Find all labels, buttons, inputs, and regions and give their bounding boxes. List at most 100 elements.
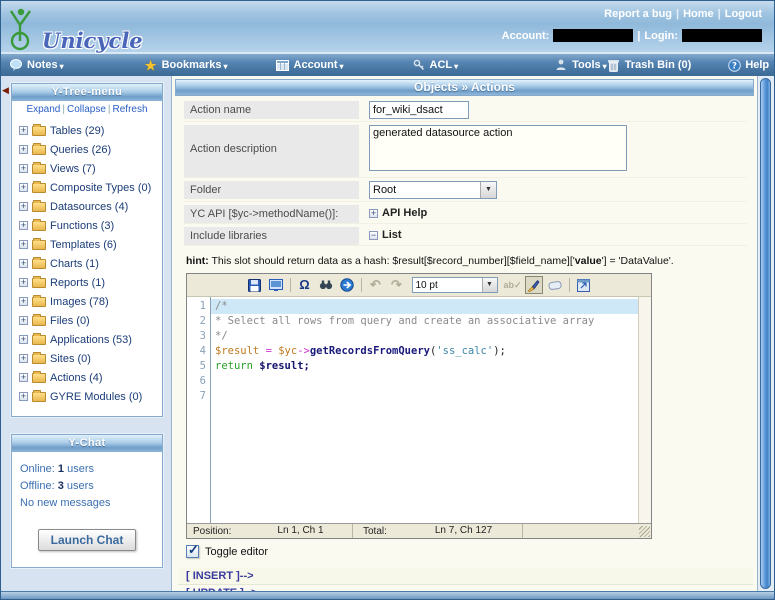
select-arrow-icon: ▼ <box>482 278 497 292</box>
expand-icon[interactable] <box>19 145 28 154</box>
tree-controls: Expand|Collapse|Refresh <box>12 101 162 117</box>
app-window: Unicycle Report a bug|Home|Logout Accoun… <box>0 0 775 600</box>
toggle-editor-checkbox[interactable] <box>186 545 199 558</box>
tree-item[interactable]: Reports (1) <box>19 273 162 292</box>
tree-item[interactable]: GYRE Modules (0) <box>19 387 162 406</box>
expand-icon[interactable] <box>19 126 28 135</box>
folder-icon <box>32 335 46 345</box>
expand-icon[interactable] <box>19 373 28 382</box>
tree-item[interactable]: Queries (26) <box>19 140 162 159</box>
unicycle-rider-icon <box>7 3 41 51</box>
folder-select[interactable]: Root ▼ <box>369 181 497 199</box>
main-scrollbar-thumb[interactable] <box>760 78 771 589</box>
expand-icon[interactable] <box>19 335 28 344</box>
login-label: Login: <box>644 30 678 42</box>
tree-item[interactable]: Sites (0) <box>19 349 162 368</box>
login-value-redacted <box>682 29 762 42</box>
menubar: Notes ★ Bookmarks Account ACL Tools <box>1 52 774 76</box>
tree-refresh-link[interactable]: Refresh <box>113 104 148 115</box>
sidebar-collapse-icon[interactable]: ◀ <box>2 85 9 96</box>
tree-item-label: Images (78) <box>50 296 109 308</box>
undo-icon[interactable]: ↶ <box>367 276 385 294</box>
find-icon[interactable] <box>317 276 335 294</box>
menu-bookmarks[interactable]: ★ Bookmarks <box>144 59 228 72</box>
expand-icon[interactable] <box>19 316 28 325</box>
menu-notes[interactable]: Notes <box>9 59 64 72</box>
expand-icon[interactable] <box>19 297 28 306</box>
editor-scrollbar[interactable] <box>638 297 651 523</box>
action-name-label: Action name <box>184 101 359 119</box>
highlight-brush-icon[interactable] <box>525 276 543 294</box>
tree-item[interactable]: Views (7) <box>19 159 162 178</box>
api-help-expand-icon[interactable] <box>369 209 378 218</box>
position-label: Position: <box>187 526 249 537</box>
goto-icon[interactable] <box>338 276 356 294</box>
save-icon[interactable] <box>246 276 264 294</box>
menu-tools[interactable]: Tools <box>554 59 607 72</box>
redo-icon[interactable]: ↷ <box>388 276 406 294</box>
link-separator: | <box>676 8 679 20</box>
toolbar-separator <box>569 278 570 292</box>
tree-item[interactable]: Applications (53) <box>19 330 162 349</box>
action-links: [ INSERT ]-->[ UPDATE ]-->[ DELETE ]--> <box>178 568 753 591</box>
menu-help[interactable]: ? Help <box>727 59 769 72</box>
tree-item[interactable]: Charts (1) <box>19 254 162 273</box>
expand-icon[interactable] <box>19 221 28 230</box>
folder-icon <box>32 145 46 155</box>
expand-icon[interactable] <box>19 183 28 192</box>
expand-icon[interactable] <box>19 164 28 173</box>
folder-icon <box>32 240 46 250</box>
action-name-input[interactable] <box>369 101 469 119</box>
popup-editor-icon[interactable] <box>575 276 593 294</box>
eraser-icon[interactable] <box>546 276 564 294</box>
action-description-textarea[interactable]: generated datasource action <box>369 125 627 171</box>
menu-account[interactable]: Account <box>276 59 344 72</box>
expand-icon[interactable] <box>19 202 28 211</box>
folder-icon <box>32 202 46 212</box>
report-bug-link[interactable]: Report a bug <box>604 8 672 20</box>
notes-icon <box>9 59 23 72</box>
tree-item[interactable]: Functions (3) <box>19 216 162 235</box>
tree-item[interactable]: Images (78) <box>19 292 162 311</box>
expand-icon[interactable] <box>19 259 28 268</box>
expand-icon[interactable] <box>19 278 28 287</box>
folder-icon <box>32 221 46 231</box>
fullscreen-icon[interactable] <box>267 276 285 294</box>
main-scrollbar-track[interactable] <box>757 76 774 591</box>
tree-item[interactable]: Files (0) <box>19 311 162 330</box>
tree-item[interactable]: Composite Types (0) <box>19 178 162 197</box>
logout-link[interactable]: Logout <box>725 8 762 20</box>
tree-item[interactable]: Datasources (4) <box>19 197 162 216</box>
launch-chat-button[interactable]: Launch Chat <box>38 529 137 551</box>
tree-item-label: Actions (4) <box>50 372 103 384</box>
tree-item[interactable]: Actions (4) <box>19 368 162 387</box>
expand-icon[interactable] <box>19 392 28 401</box>
spellcheck-icon[interactable]: ab✓ <box>504 276 522 294</box>
expand-icon[interactable] <box>19 354 28 363</box>
font-size-select[interactable]: 10 pt ▼ <box>412 277 498 293</box>
editor-toolbar: Ω ↶ ↷ 10 pt ▼ ab✓ <box>187 274 651 297</box>
link-separator: | <box>62 104 65 115</box>
acl-key-icon <box>412 59 426 72</box>
resize-handle-icon[interactable] <box>639 526 650 537</box>
folder-icon <box>32 278 46 288</box>
code-lines: /** Select all rows from query and creat… <box>211 297 638 523</box>
expand-icon[interactable] <box>19 240 28 249</box>
tree-item-label: Composite Types (0) <box>50 182 151 194</box>
code-area[interactable]: 1234567 /** Select all rows from query a… <box>187 297 651 523</box>
menu-acl[interactable]: ACL <box>412 59 459 72</box>
tree-item-label: Files (0) <box>50 315 90 327</box>
tree-item[interactable]: Templates (6) <box>19 235 162 254</box>
tree-panel-title: Y-Tree-menu <box>12 84 162 101</box>
tree-expand-link[interactable]: Expand <box>26 104 60 115</box>
action-link[interactable]: [ INSERT ]--> <box>178 568 753 585</box>
special-chars-icon[interactable]: Ω <box>296 276 314 294</box>
tree-collapse-link[interactable]: Collapse <box>67 104 106 115</box>
tree-item[interactable]: Tables (29) <box>19 121 162 140</box>
libraries-list-link[interactable]: List <box>382 229 402 241</box>
api-help-link[interactable]: API Help <box>382 207 427 219</box>
menu-trash-bin[interactable]: Trash Bin (0) <box>607 59 692 72</box>
libraries-collapse-icon[interactable] <box>369 231 378 240</box>
home-link[interactable]: Home <box>683 8 714 20</box>
menu-notes-label: Notes <box>27 59 64 71</box>
